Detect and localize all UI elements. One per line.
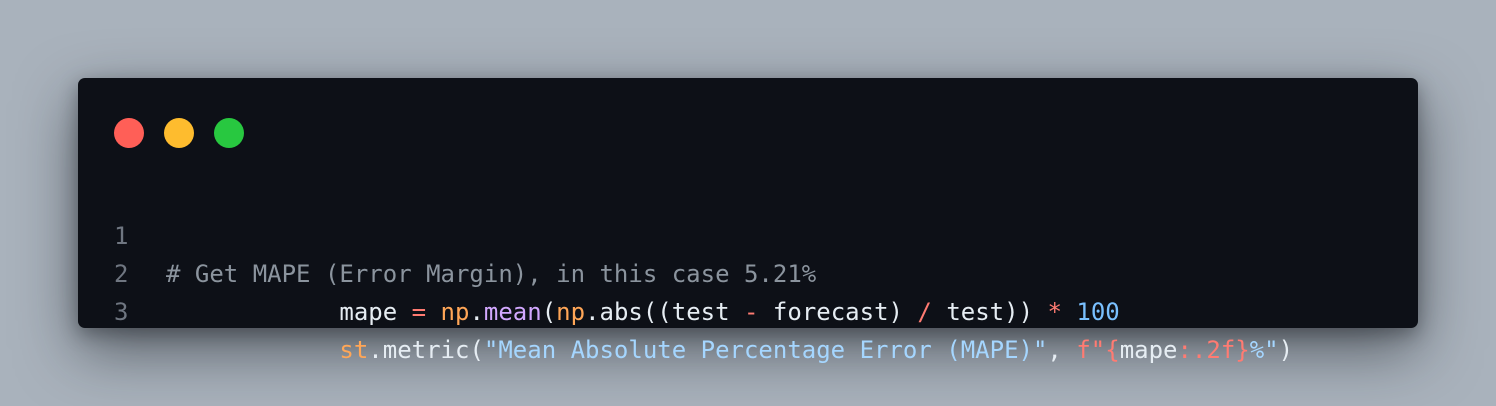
code-token-keyword: :.2f bbox=[1177, 336, 1236, 364]
code-line: 3 st.metric("Mean Absolute Percentage Er… bbox=[78, 255, 1418, 364]
line-content: mape = np.mean(np.abs((test - forecast) … bbox=[166, 293, 1120, 331]
code-token-plain: .metric( bbox=[368, 336, 484, 364]
code-token-number: 100 bbox=[1076, 298, 1120, 326]
code-token-keyword: = bbox=[411, 298, 427, 326]
code-token-plain: mape bbox=[339, 298, 398, 326]
code-token-keyword: } bbox=[1235, 336, 1250, 364]
code-token-plain: mape bbox=[1119, 336, 1178, 364]
code-token-plain: ( bbox=[541, 298, 557, 326]
code-line: 2 mape = np.mean(np.abs((test - forecast… bbox=[78, 217, 1418, 326]
code-token-plain: ) bbox=[1278, 336, 1294, 364]
code-block: 1 # Get MAPE (Error Margin), in this cas… bbox=[78, 179, 1418, 364]
line-content: st.metric("Mean Absolute Percentage Erro… bbox=[166, 331, 1293, 369]
code-window: 1 # Get MAPE (Error Margin), in this cas… bbox=[78, 78, 1418, 364]
code-token-keyword: / bbox=[917, 298, 932, 326]
code-token-keyword: f" bbox=[1076, 336, 1106, 364]
maximize-button[interactable] bbox=[214, 118, 244, 148]
code-token-plain: .abs((test bbox=[585, 298, 745, 326]
code-token-function: mean bbox=[483, 298, 542, 326]
close-button[interactable] bbox=[114, 118, 144, 148]
code-token-plain: forecast) bbox=[758, 298, 918, 326]
code-line: 1 # Get MAPE (Error Margin), in this cas… bbox=[78, 179, 1418, 288]
code-token-string: "Mean Absolute Percentage Error (MAPE)" bbox=[483, 336, 1048, 364]
code-token-plain: . bbox=[469, 298, 484, 326]
code-token-variable: st bbox=[339, 336, 369, 364]
code-token-variable: np bbox=[556, 298, 586, 326]
minimize-button[interactable] bbox=[164, 118, 194, 148]
code-token-plain: , bbox=[1047, 336, 1077, 364]
code-token-variable: np bbox=[440, 298, 470, 326]
window-controls bbox=[114, 118, 244, 148]
code-token-plain: test)) bbox=[931, 298, 1048, 326]
line-number: 3 bbox=[114, 298, 129, 326]
code-token-keyword: { bbox=[1105, 336, 1120, 364]
code-token-keyword: - bbox=[744, 298, 759, 326]
code-token-keyword: * bbox=[1047, 298, 1062, 326]
code-token-string: %" bbox=[1249, 336, 1279, 364]
